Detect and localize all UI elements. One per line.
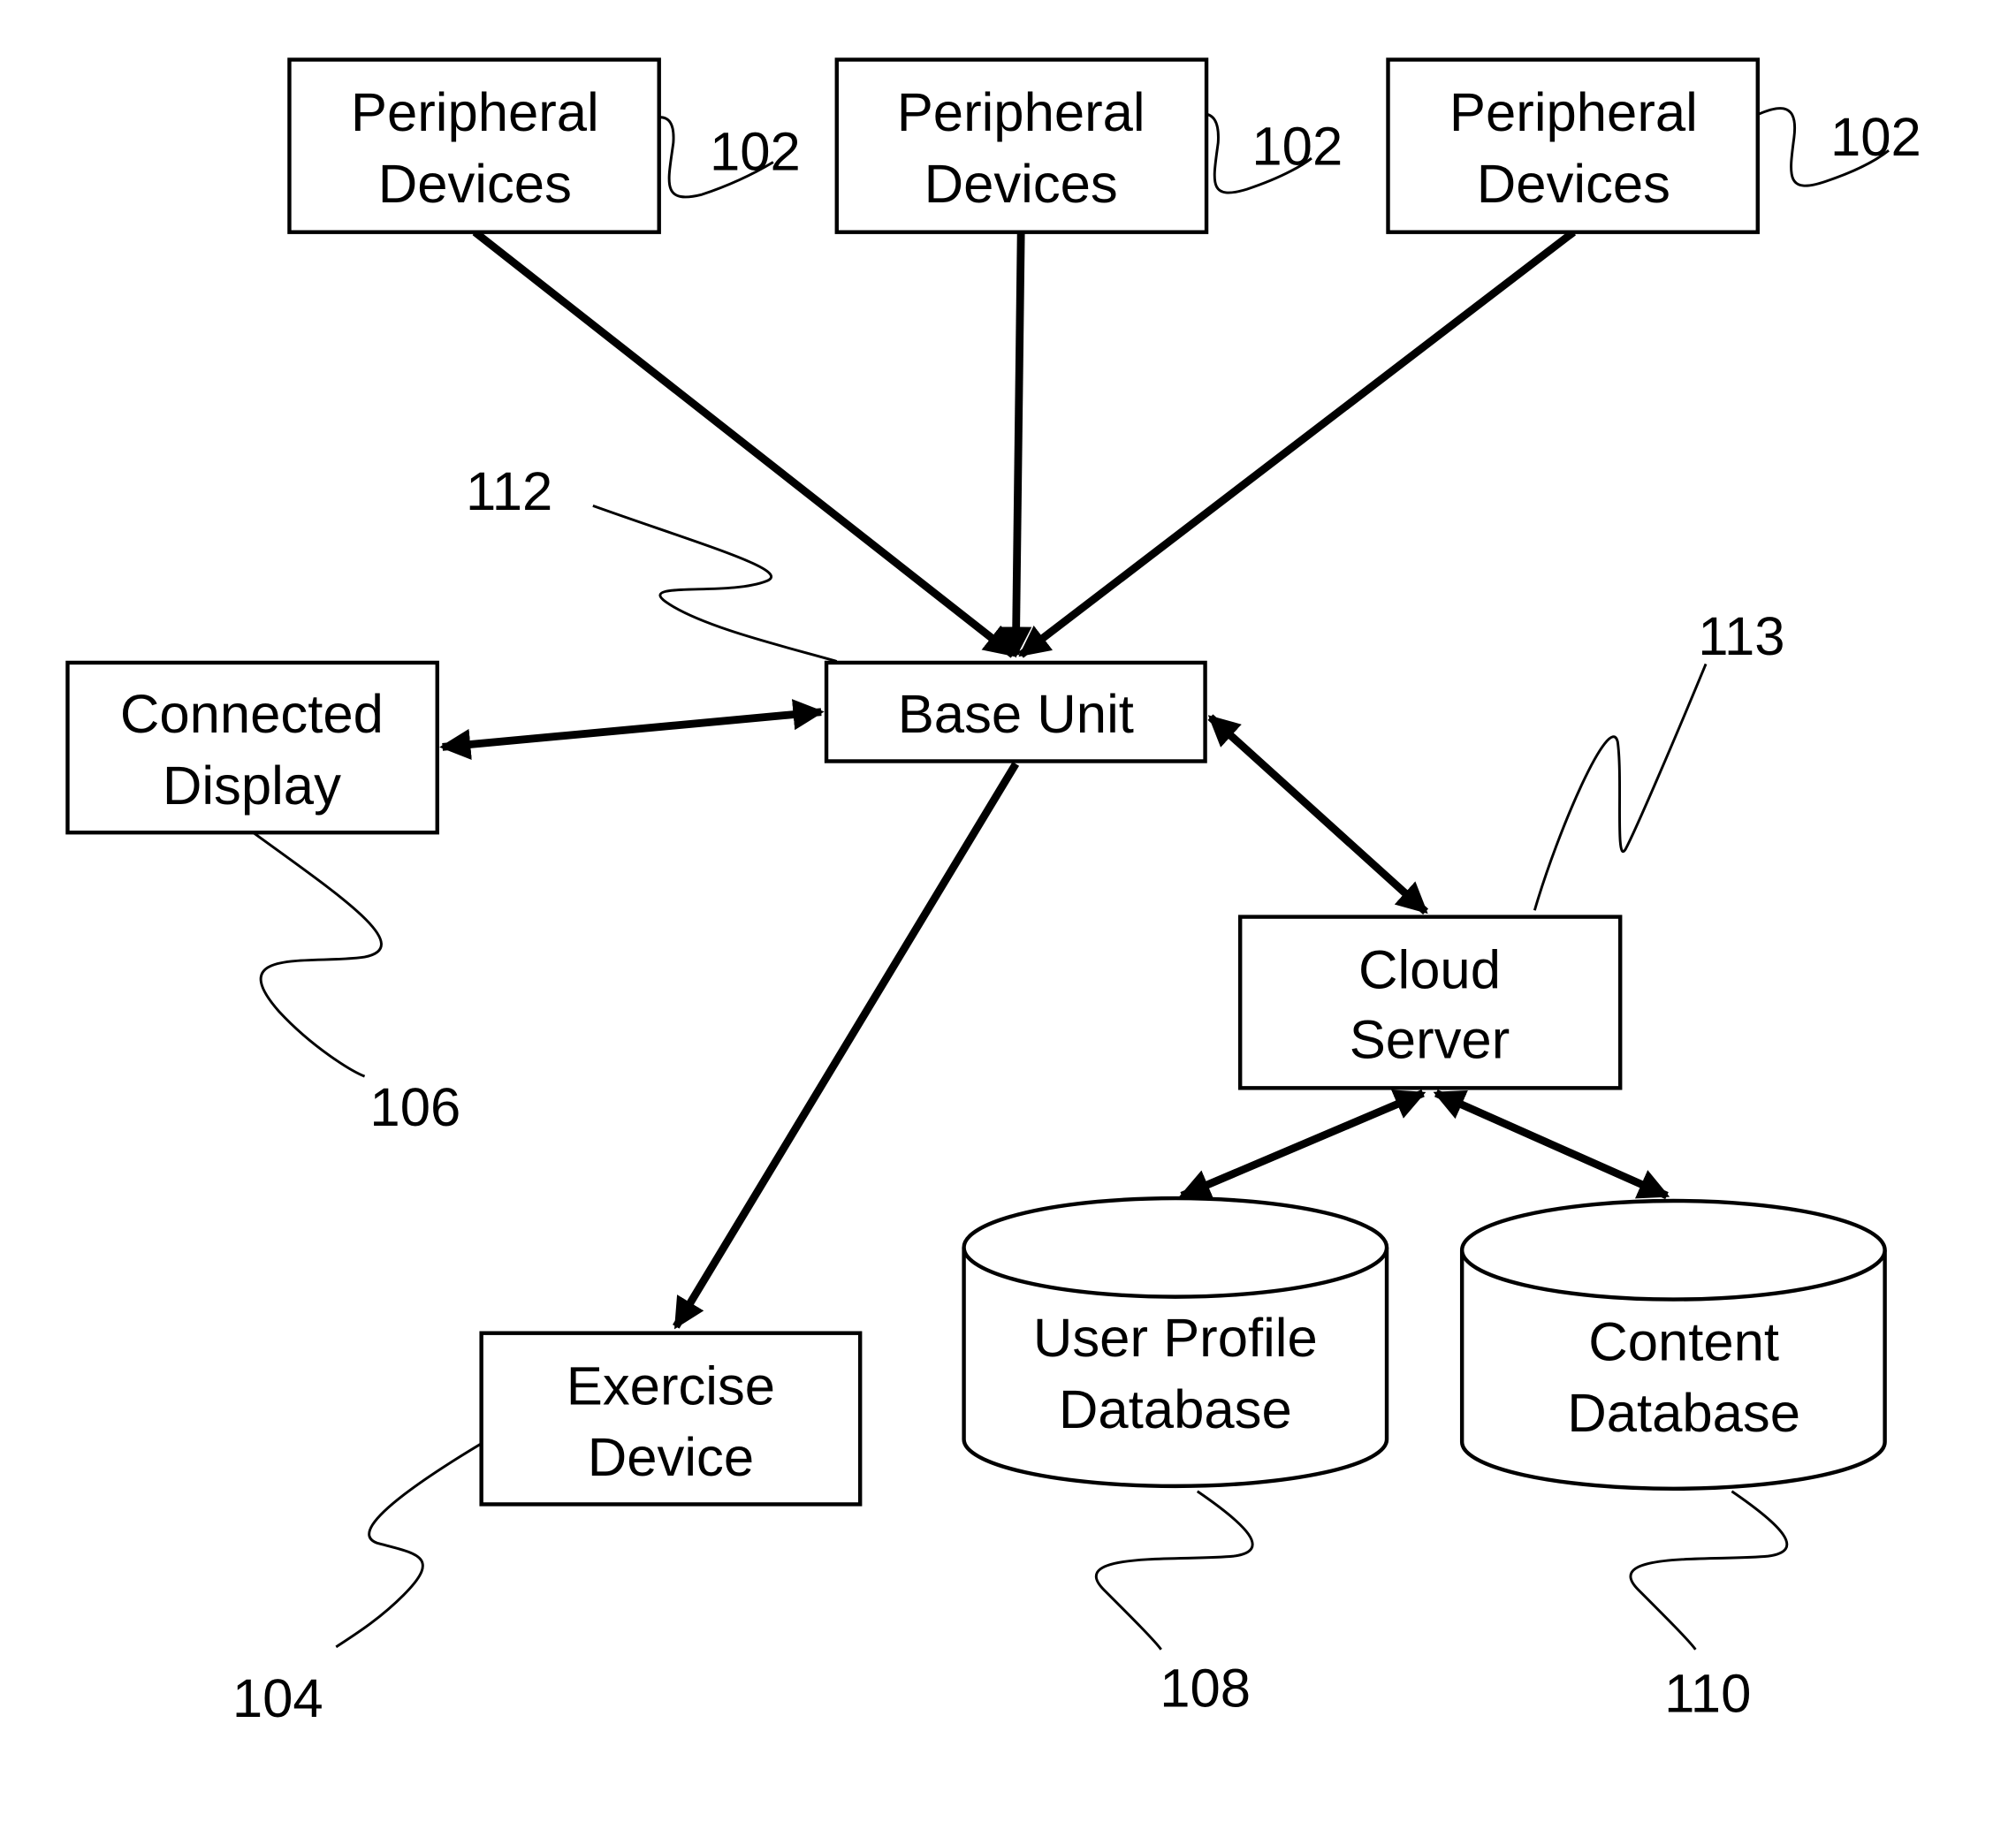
node-label: Base Unit xyxy=(898,684,1134,745)
node-label: Peripheral xyxy=(897,82,1145,143)
node-base-unit: Base Unit xyxy=(824,660,1207,763)
edge-peripheral3-base xyxy=(1018,229,1577,658)
ref-number: 110 xyxy=(1664,1663,1751,1724)
node-label: Devices xyxy=(924,154,1118,215)
node-peripheral-devices-3: Peripheral Devices xyxy=(1386,57,1760,234)
edge-base-cloud xyxy=(1207,714,1429,915)
node-label: Devices xyxy=(1477,154,1670,215)
node-label: Device xyxy=(588,1427,754,1488)
node-label: Database xyxy=(1567,1383,1800,1444)
edge-cloud-contentdb xyxy=(1433,1089,1670,1200)
ref-number: 104 xyxy=(232,1668,323,1729)
node-connected-display: Connected Display xyxy=(65,660,439,835)
leader-113 xyxy=(1533,663,1708,911)
node-label: Database xyxy=(1059,1379,1292,1440)
edge-cloud-userdb xyxy=(1178,1089,1426,1200)
node-label: Display xyxy=(163,755,341,816)
leader-106 xyxy=(252,831,383,1078)
node-label: Devices xyxy=(378,154,572,215)
node-label: Peripheral xyxy=(351,82,599,143)
node-label: Server xyxy=(1350,1010,1510,1071)
node-label: Connected xyxy=(120,684,384,745)
node-label: Exercise xyxy=(567,1355,775,1416)
ref-number: 102 xyxy=(1830,107,1921,168)
leader-112 xyxy=(592,504,838,663)
ref-number: 108 xyxy=(1160,1658,1251,1719)
system-diagram: Peripheral Devices 102 Peripheral Device… xyxy=(65,57,1921,1729)
node-cloud-server: Cloud Server xyxy=(1238,915,1623,1090)
node-label: Cloud xyxy=(1358,939,1501,1000)
edge-peripheral1-base xyxy=(472,229,1016,658)
leader-110 xyxy=(1629,1490,1789,1651)
node-label: User Profile xyxy=(1033,1308,1318,1369)
node-peripheral-devices-1: Peripheral Devices xyxy=(287,57,661,234)
node-exercise-device: Exercise Device xyxy=(479,1331,863,1507)
ref-number: 106 xyxy=(369,1077,460,1138)
node-user-profile-database: User Profile Database xyxy=(962,1196,1389,1489)
ref-number: 113 xyxy=(1698,606,1784,667)
ref-number: 102 xyxy=(710,121,801,182)
node-peripheral-devices-2: Peripheral Devices xyxy=(834,57,1209,234)
leader-108 xyxy=(1094,1490,1254,1651)
edge-peripheral2-base xyxy=(1000,232,1032,658)
ref-number: 102 xyxy=(1251,116,1343,177)
ref-number: 112 xyxy=(466,461,552,522)
node-label: Peripheral xyxy=(1449,82,1698,143)
edge-base-display xyxy=(439,699,825,760)
node-content-database: Content Database xyxy=(1459,1198,1887,1492)
node-label: Content xyxy=(1588,1312,1779,1373)
